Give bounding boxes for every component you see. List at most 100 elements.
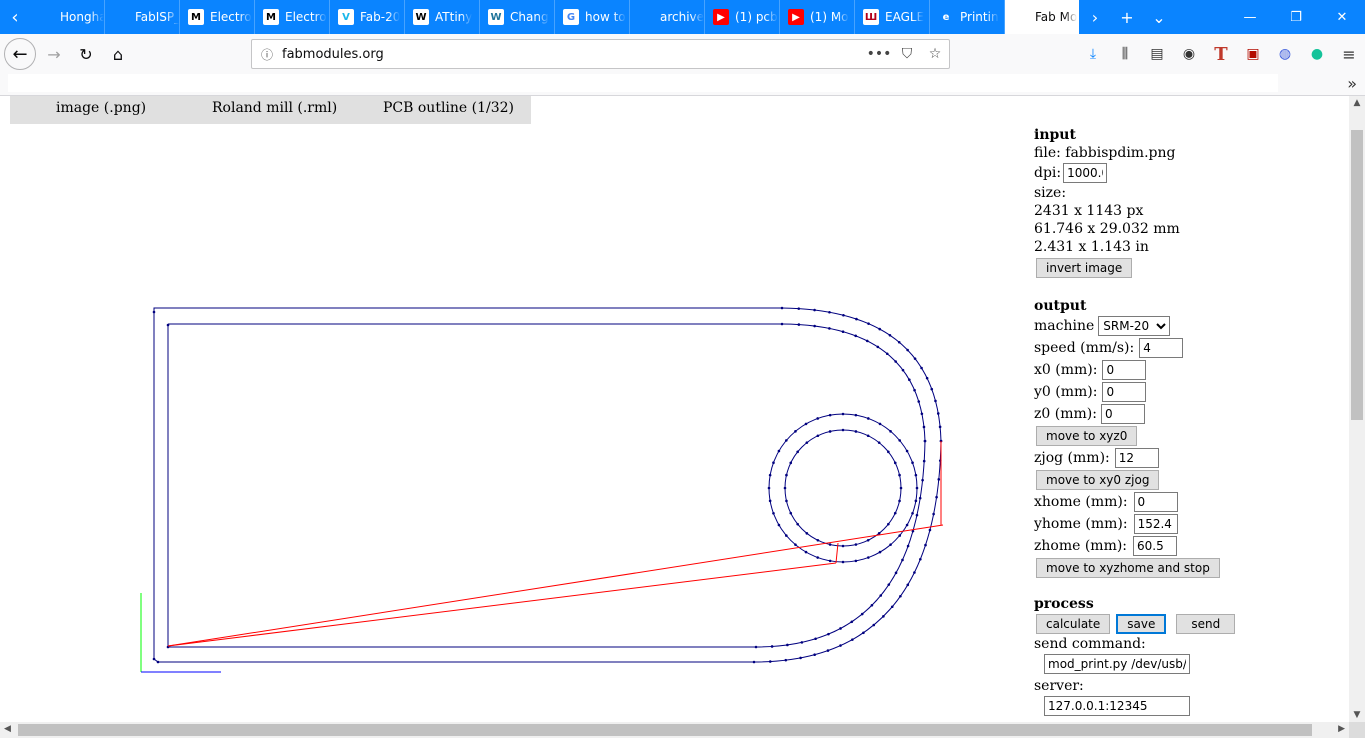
send-button[interactable]: send xyxy=(1176,614,1236,634)
restore-icon[interactable]: ❐ xyxy=(1273,10,1319,25)
bookmarks-overflow-icon[interactable]: » xyxy=(1347,74,1357,93)
scroll-down-icon[interactable]: ▼ xyxy=(1349,710,1365,720)
tab[interactable]: Honghao xyxy=(30,0,105,34)
z0-input[interactable] xyxy=(1100,404,1145,424)
toolpath-point xyxy=(768,473,772,477)
calculate-button[interactable]: calculate xyxy=(1036,614,1111,634)
bookmark-star-icon[interactable]: ☆ xyxy=(921,46,949,62)
site-info-icon[interactable]: ⓘ xyxy=(252,46,282,63)
toolpath-point xyxy=(898,499,901,503)
machine-select[interactable]: SRM-20 xyxy=(1098,316,1171,336)
toolpath-canvas[interactable] xyxy=(0,96,1000,722)
page-actions-icon[interactable]: ••• xyxy=(865,46,893,62)
pdf-extension-icon[interactable]: ▣ xyxy=(1237,46,1269,62)
save-button[interactable]: save xyxy=(1116,614,1167,634)
toolpath-point xyxy=(797,323,801,326)
close-window-icon[interactable]: ✕ xyxy=(1319,10,1365,25)
toolpath-point xyxy=(932,512,935,516)
grammarly-icon[interactable]: ● xyxy=(1301,46,1333,62)
sidebar-icon[interactable]: ▤ xyxy=(1141,46,1173,62)
size-in: 2.431 x 1.143 in xyxy=(1034,239,1149,255)
size-mm: 61.746 x 29.032 mm xyxy=(1034,221,1180,237)
vimeo-icon: V xyxy=(338,9,354,25)
tab[interactable]: ▶ (1) Mo xyxy=(780,0,855,34)
toolpath-point xyxy=(914,473,918,477)
move-to-xy0-zjog-button[interactable]: move to xy0 zjog xyxy=(1036,470,1160,490)
tab[interactable]: V Fab-20 xyxy=(330,0,405,34)
toolpath-point xyxy=(828,543,832,546)
toolpath-point xyxy=(890,605,894,609)
toolpath-point xyxy=(867,322,870,325)
toolpath-point xyxy=(866,538,870,542)
toolpath-point xyxy=(930,387,934,391)
send-command-input[interactable] xyxy=(1044,654,1190,674)
server-input[interactable] xyxy=(1044,696,1190,716)
minimize-icon[interactable]: — xyxy=(1227,10,1273,25)
toolpath-point xyxy=(906,544,910,548)
xhome-input[interactable] xyxy=(1133,492,1178,512)
url-text[interactable]: fabmodules.org xyxy=(282,47,865,62)
y0-label: y0 (mm): xyxy=(1034,384,1098,400)
tab-title: archive.fab xyxy=(660,10,704,24)
toolpath-point xyxy=(894,571,898,575)
toolpath-point xyxy=(854,559,858,563)
toolpath-point xyxy=(772,461,775,464)
toolpath-point xyxy=(914,499,918,503)
toolpath-point xyxy=(934,399,937,403)
move-to-xyz0-button[interactable]: move to xyz0 xyxy=(1036,426,1138,446)
downloads-icon[interactable]: ⤓ xyxy=(1077,46,1109,62)
tab[interactable]: archive.fab xyxy=(630,0,705,34)
scroll-up-icon[interactable]: ▲ xyxy=(1349,98,1365,108)
tab[interactable]: e Printin xyxy=(930,0,1005,34)
toolpath-point xyxy=(152,657,156,661)
toolpath-point xyxy=(785,499,788,503)
address-bar[interactable]: ⓘ fabmodules.org ••• ⛉ ☆ xyxy=(251,39,950,69)
extension-c-icon[interactable]: ◉ xyxy=(1173,46,1205,62)
scroll-tabs-left-icon[interactable]: ‹ xyxy=(0,0,30,34)
tab[interactable]: W ATtiny xyxy=(405,0,480,34)
back-icon[interactable]: ← xyxy=(4,38,36,70)
pocket-icon[interactable]: ⛉ xyxy=(893,46,921,62)
zhome-input[interactable] xyxy=(1133,536,1178,556)
tab[interactable]: M Electro xyxy=(255,0,330,34)
vertical-scrollbar[interactable]: ▲ ▼ xyxy=(1349,96,1365,722)
toolpath-point xyxy=(800,641,804,644)
vertical-scroll-thumb[interactable] xyxy=(1351,130,1363,420)
toolpath-point xyxy=(922,459,926,463)
menu-icon[interactable]: ≡ xyxy=(1333,45,1365,64)
scroll-left-icon[interactable]: ◀ xyxy=(4,724,11,734)
scroll-right-icon[interactable]: ▶ xyxy=(1338,724,1345,734)
extension-globe-icon[interactable]: ◍ xyxy=(1269,46,1301,62)
tab-list: Honghao FabISP_De M Electro M Electro V Fab-20 W… xyxy=(30,0,1079,34)
horizontal-scroll-thumb[interactable] xyxy=(18,724,1312,736)
horizontal-scrollbar[interactable]: ◀ ▶ xyxy=(0,722,1349,738)
toolpath-point xyxy=(897,340,901,344)
library-icon[interactable]: ⫼ xyxy=(1109,46,1141,62)
tab[interactable]: FabISP_De xyxy=(105,0,180,34)
zjog-input[interactable] xyxy=(1114,448,1159,468)
move-to-xyzhome-button[interactable]: move to xyzhome and stop xyxy=(1036,558,1220,578)
extension-t-icon[interactable]: T xyxy=(1205,44,1237,65)
yhome-input[interactable] xyxy=(1133,514,1178,534)
tab[interactable]: Ш EAGLE xyxy=(855,0,930,34)
speed-input[interactable] xyxy=(1139,338,1184,358)
tab[interactable]: Fab Mo xyxy=(1005,0,1079,34)
invert-image-button[interactable]: invert image xyxy=(1036,258,1133,278)
tab[interactable]: ▶ (1) pcb xyxy=(705,0,780,34)
tab[interactable]: Ghow to xyxy=(555,0,630,34)
list-all-tabs-icon[interactable]: ⌄ xyxy=(1143,8,1175,27)
dpi-input[interactable] xyxy=(1063,163,1108,183)
toolpath-point xyxy=(770,645,774,648)
tab[interactable]: W Chang xyxy=(480,0,555,34)
x0-input[interactable] xyxy=(1102,360,1147,380)
toolpath-point xyxy=(920,412,924,416)
y0-input[interactable] xyxy=(1102,382,1147,402)
blank-page-icon xyxy=(38,9,54,25)
forward-icon[interactable]: → xyxy=(38,38,70,70)
toolpath-point xyxy=(860,612,864,616)
tab[interactable]: M Electro xyxy=(180,0,255,34)
home-icon[interactable]: ⌂ xyxy=(102,38,134,70)
scroll-tabs-right-icon[interactable]: › xyxy=(1079,8,1111,27)
reload-icon[interactable]: ↻ xyxy=(70,38,102,70)
new-tab-icon[interactable]: + xyxy=(1111,8,1143,27)
